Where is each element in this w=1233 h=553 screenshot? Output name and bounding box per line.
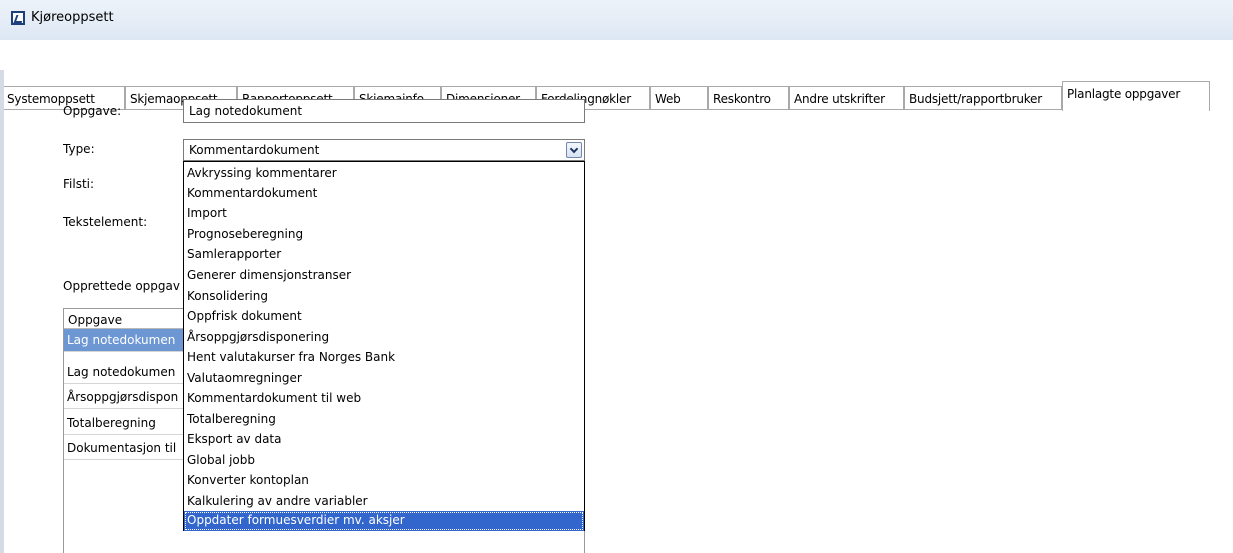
dropdown-option-highlighted[interactable]: Oppdater formuesverdier mv. aksjer [184, 511, 584, 531]
dropdown-option[interactable]: Generer dimensjonstranser [184, 266, 584, 286]
window-title: Kjøreoppsett [31, 10, 114, 25]
type-dropdown-list[interactable]: Avkryssing kommentarer Kommentardokument… [183, 161, 585, 531]
dropdown-option[interactable]: Kommentardokument til web [184, 389, 584, 409]
dropdown-option[interactable]: Hent valutakurser fra Norges Bank [184, 348, 584, 368]
tab-budsjett-rapportbruker[interactable]: Budsjett/rapportbruker [904, 86, 1062, 110]
dropdown-option[interactable]: Global jobb [184, 451, 584, 471]
app-icon [11, 11, 25, 25]
dropdown-option[interactable]: Oppfrisk dokument [184, 307, 584, 327]
tab-strip: Systemoppsett Skjemaoppsett Rapportoppse… [0, 40, 1233, 111]
dropdown-option[interactable]: Årsoppgjørsdisponering [184, 328, 584, 348]
dropdown-option[interactable]: Prognoseberegning [184, 225, 584, 245]
dropdown-option[interactable]: Kommentardokument [184, 184, 584, 204]
dropdown-option[interactable]: Eksport av data [184, 430, 584, 450]
dropdown-option[interactable]: Samlerapporter [184, 245, 584, 265]
task-list-caption: Opprettede oppgav [63, 279, 180, 293]
type-combobox-value: Kommentardokument [189, 143, 320, 157]
dropdown-option[interactable]: Import [184, 204, 584, 224]
tab-web[interactable]: Web [650, 86, 708, 110]
tab-planlagte-oppgaver[interactable]: Planlagte oppgaver [1062, 81, 1210, 111]
type-label: Type: [63, 142, 95, 156]
left-border [0, 70, 4, 553]
tekstelement-label: Tekstelement: [63, 215, 148, 229]
dropdown-option[interactable]: Kalkulering av andre variabler [184, 492, 584, 512]
dropdown-option[interactable]: Konverter kontoplan [184, 471, 584, 491]
dropdown-option[interactable]: Avkryssing kommentarer [184, 164, 584, 184]
filsti-label: Filsti: [63, 177, 95, 191]
type-combobox[interactable]: Kommentardokument [183, 139, 585, 161]
oppgave-label: Oppgave: [63, 104, 122, 118]
oppgave-input[interactable]: Lag notedokument [183, 99, 585, 123]
dropdown-option[interactable]: Valutaomregninger [184, 369, 584, 389]
window-titlebar: Kjøreoppsett [0, 0, 1233, 41]
tab-andre-utskrifter[interactable]: Andre utskrifter [789, 86, 904, 110]
dropdown-option[interactable]: Konsolidering [184, 287, 584, 307]
tab-reskontro[interactable]: Reskontro [708, 86, 789, 110]
dropdown-option[interactable]: Totalberegning [184, 410, 584, 430]
chevron-down-icon[interactable] [566, 142, 582, 158]
